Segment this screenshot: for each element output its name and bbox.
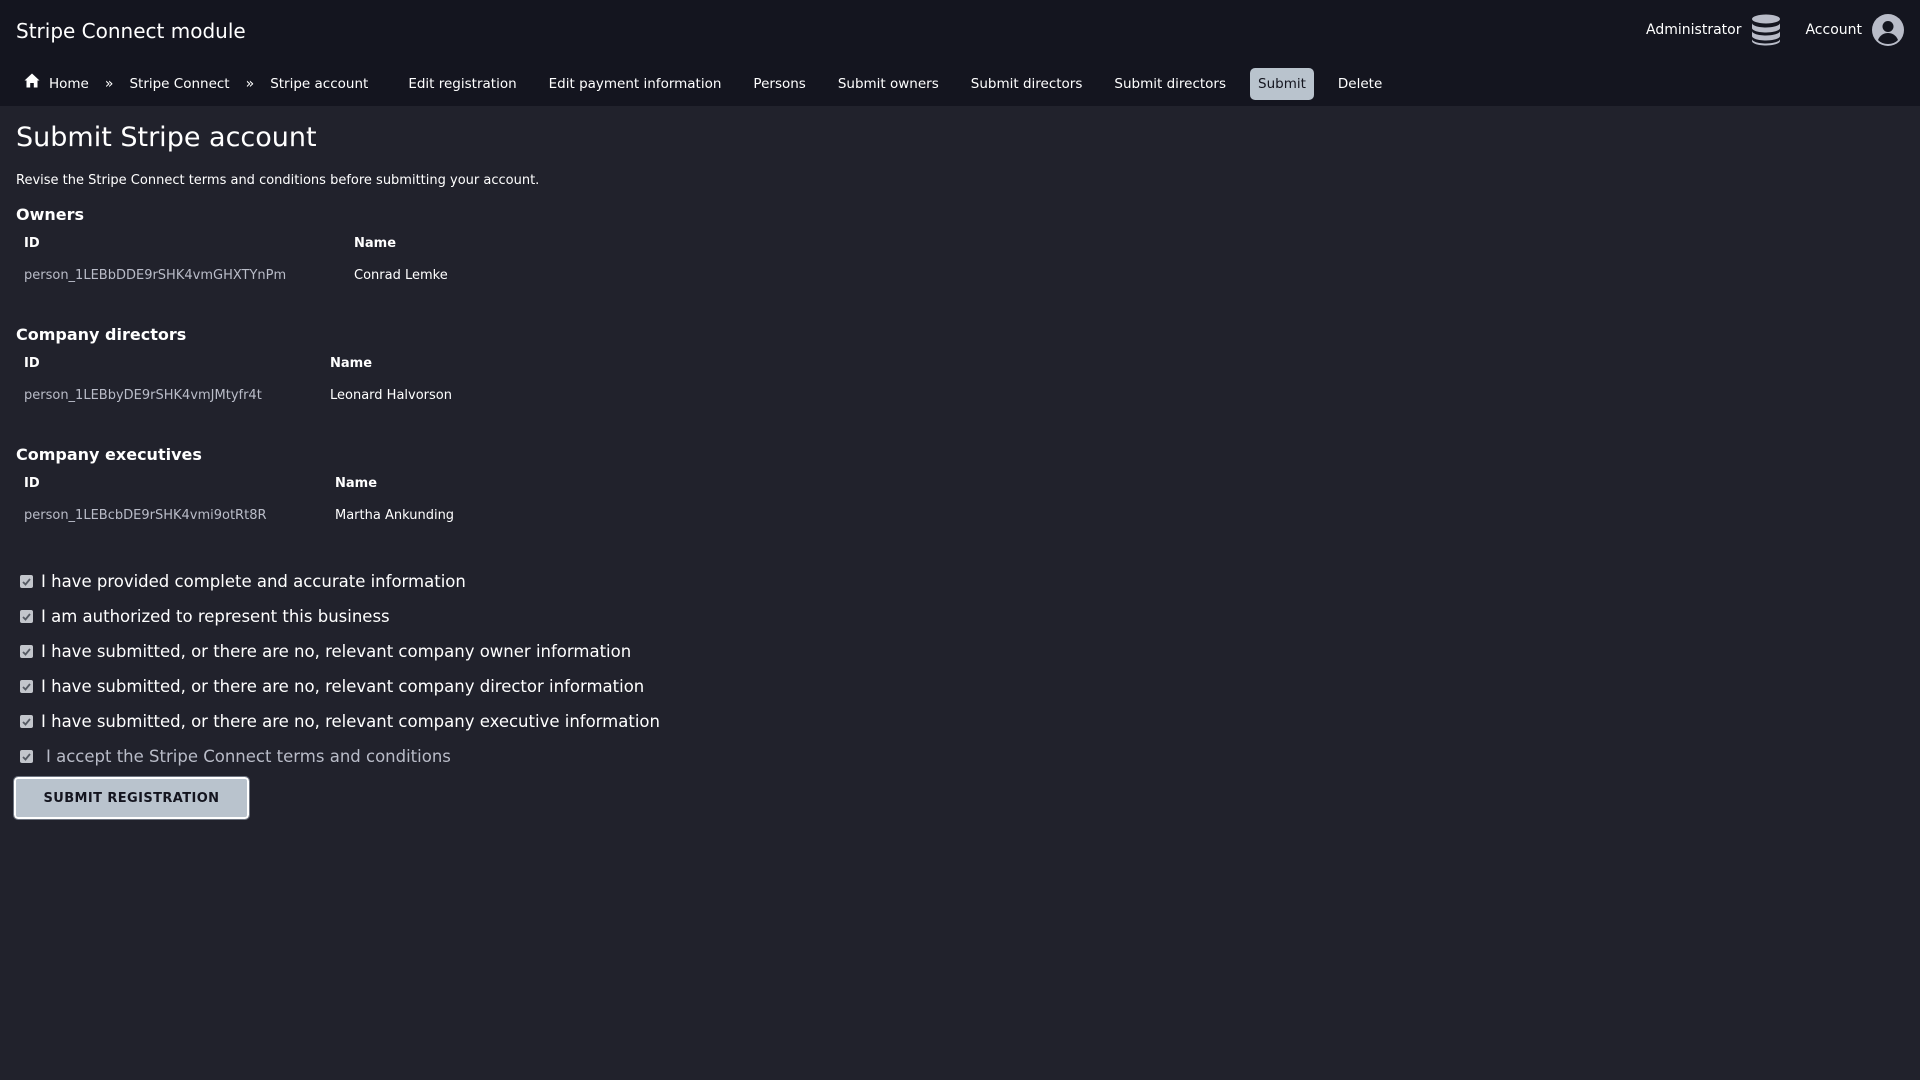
breadcrumb-stripe-connect[interactable]: Stripe Connect xyxy=(121,68,237,100)
persons-table: ID Name person_1LEBbDDE9rSHK4vmGHXTYnPm Con… xyxy=(16,227,456,291)
column-header-id: ID xyxy=(24,235,40,251)
section-title: Owners xyxy=(16,205,85,224)
nav-link-edit-payment-information[interactable]: Edit payment information xyxy=(541,68,730,100)
main-content: Submit Stripe account Revise the Stripe … xyxy=(16,118,1896,523)
nav-link-submit[interactable]: Submit xyxy=(1250,67,1314,100)
confirmation-check-row[interactable]: I have submitted, or there are no, relev… xyxy=(16,634,660,669)
column-header-id: ID xyxy=(24,475,40,491)
top-right-menu: Administrator Account xyxy=(1646,14,1904,46)
home-icon xyxy=(24,73,40,94)
person-id-cell: person_1LEBbyDE9rSHK4vmJMtyfr4t xyxy=(24,387,262,403)
checkbox[interactable] xyxy=(20,610,33,623)
checkbox-label: I have provided complete and accurate in… xyxy=(41,572,466,591)
confirmation-checklist: I have provided complete and accurate in… xyxy=(16,564,660,774)
person-name-cell: Martha Ankunding xyxy=(335,507,455,523)
table-row: person_1LEBbDDE9rSHK4vmGHXTYnPm Conrad Le… xyxy=(16,259,456,291)
nav-link-stripe-account[interactable]: Stripe account xyxy=(262,68,376,100)
top-bar: Stripe Connect module Administrator Acco… xyxy=(0,0,1920,106)
page-title: Submit Stripe account xyxy=(16,122,317,153)
confirmation-check-row[interactable]: I accept the Stripe Connect terms and co… xyxy=(16,739,660,774)
section-owners: Owners ID Name person_1LEBbDDE9rSHK4vmGHXTY… xyxy=(16,204,456,291)
checkbox[interactable] xyxy=(20,680,33,693)
checkbox[interactable] xyxy=(20,715,33,728)
section-company-directors: Company directors ID Name person_1LEBbyDE9r… xyxy=(16,324,460,411)
column-header-name: Name xyxy=(354,235,397,251)
section-company-executives: Company executives ID Name person_1LEBcbDE9… xyxy=(16,444,462,531)
confirmation-check-row[interactable]: I have provided complete and accurate in… xyxy=(16,564,660,599)
nav-link-edit-registration[interactable]: Edit registration xyxy=(400,68,524,100)
checkbox-label: I have submitted, or there are no, relev… xyxy=(41,642,632,661)
table-header-row: ID Name xyxy=(16,347,460,379)
checkbox[interactable] xyxy=(20,575,33,588)
checkbox-label: I have submitted, or there are no, relev… xyxy=(41,712,660,731)
persons-table: ID Name person_1LEBcbDE9rSHK4vmi9otRt8R Mar… xyxy=(16,467,462,531)
person-id-cell: person_1LEBbDDE9rSHK4vmGHXTYnPm xyxy=(24,267,287,283)
nav-links: Stripe account Edit registration Edit paym… xyxy=(262,67,1406,100)
breadcrumb-home-label: Home xyxy=(49,75,89,92)
column-header-id: ID xyxy=(24,355,40,371)
checkbox[interactable] xyxy=(20,750,33,763)
person-id-cell: person_1LEBcbDE9rSHK4vmi9otRt8R xyxy=(24,507,267,523)
breadcrumb-separator: » xyxy=(245,75,255,92)
administrator-link[interactable]: Administrator xyxy=(1646,14,1781,46)
table-header-row: ID Name xyxy=(16,227,456,259)
table-row: person_1LEBcbDE9rSHK4vmi9otRt8R Martha An… xyxy=(16,499,462,531)
table-header-row: ID Name xyxy=(16,467,462,499)
nav-link-submit-directors[interactable]: Submit directors xyxy=(1106,68,1234,100)
account-link[interactable]: Account xyxy=(1805,14,1904,46)
checkbox-label: I am authorized to represent this busine… xyxy=(41,607,390,626)
table-row: person_1LEBbyDE9rSHK4vmJMtyfr4t Leonard H… xyxy=(16,379,460,411)
checkbox-label: I have submitted, or there are no, relev… xyxy=(41,677,645,696)
submit-registration-button[interactable]: SUBMIT REGISTRATION xyxy=(13,776,250,820)
column-header-name: Name xyxy=(330,355,373,371)
confirmation-check-row[interactable]: I am authorized to represent this busine… xyxy=(16,599,660,634)
column-header-name: Name xyxy=(335,475,378,491)
database-icon xyxy=(1751,14,1781,46)
page-description: Revise the Stripe Connect terms and cond… xyxy=(16,173,540,188)
section-title: Company directors xyxy=(16,325,187,344)
checkbox-label: I accept the Stripe Connect terms and co… xyxy=(46,747,451,766)
breadcrumb-home[interactable]: Home xyxy=(16,67,97,100)
nav-link-persons[interactable]: Persons xyxy=(745,68,813,100)
person-name-cell: Conrad Lemke xyxy=(354,267,448,283)
nav-link-delete[interactable]: Delete xyxy=(1330,68,1390,100)
person-name-cell: Leonard Halvorson xyxy=(330,387,452,403)
breadcrumb-separator: » xyxy=(104,75,114,92)
breadcrumb-nav: Home » Stripe Connect » Stripe account Ed… xyxy=(16,67,1406,100)
confirmation-check-row[interactable]: I have submitted, or there are no, relev… xyxy=(16,669,660,704)
section-title: Company executives xyxy=(16,445,202,464)
administrator-label: Administrator xyxy=(1646,22,1742,38)
app-title: Stripe Connect module xyxy=(16,19,246,43)
persons-table: ID Name person_1LEBbyDE9rSHK4vmJMtyfr4t Leo… xyxy=(16,347,460,411)
nav-link-submit-owners[interactable]: Submit owners xyxy=(830,68,947,100)
user-circle-icon xyxy=(1872,14,1904,46)
nav-link-submit-directors[interactable]: Submit directors xyxy=(963,68,1091,100)
account-label: Account xyxy=(1805,22,1862,38)
checkbox[interactable] xyxy=(20,645,33,658)
confirmation-check-row[interactable]: I have submitted, or there are no, relev… xyxy=(16,704,660,739)
